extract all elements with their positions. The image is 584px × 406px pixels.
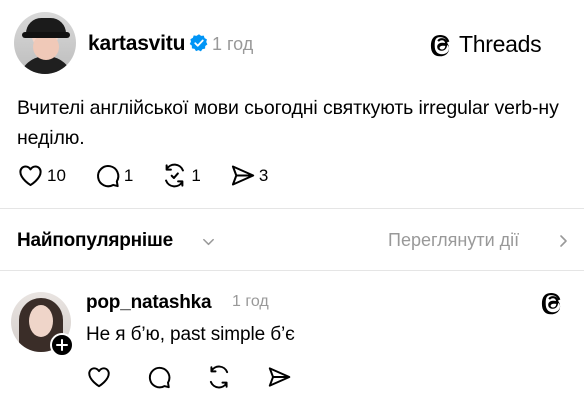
- post-actions: 10 1 1 3: [17, 162, 296, 189]
- send-icon: [268, 367, 291, 387]
- reply-timestamp: 1 год: [232, 293, 269, 310]
- share-count: 3: [258, 165, 269, 185]
- chevron-right-icon[interactable]: [556, 233, 570, 249]
- reply-like-button[interactable]: [86, 364, 112, 390]
- divider: [0, 270, 584, 271]
- repost-icon: [209, 365, 229, 389]
- plus-icon: [56, 339, 68, 351]
- author-avatar[interactable]: [14, 12, 76, 74]
- threads-logo-icon: [430, 34, 450, 56]
- threads-logo-icon[interactable]: [541, 290, 565, 316]
- reply-repost-button[interactable]: [206, 364, 232, 390]
- follow-button[interactable]: [50, 333, 74, 357]
- threads-brand[interactable]: Threads: [430, 31, 542, 58]
- threads-label: Threads: [459, 31, 542, 57]
- view-activity-link[interactable]: Переглянути дії: [388, 230, 519, 251]
- send-icon: [231, 165, 255, 186]
- post-timestamp: 1 год: [212, 34, 254, 54]
- reply-body: Не я б’ю, past simple б’є: [86, 324, 295, 345]
- repost-button[interactable]: 1: [161, 162, 201, 189]
- verified-badge-icon: [189, 34, 208, 52]
- reply-button[interactable]: 1: [94, 162, 133, 189]
- heart-icon: [19, 165, 42, 187]
- speech-bubble-icon: [148, 366, 171, 389]
- author-username[interactable]: kartasvitu: [88, 32, 185, 56]
- heart-icon: [88, 367, 110, 388]
- post-body: Вчителі англійської мови сьогодні святку…: [17, 97, 559, 149]
- reply-count: 1: [123, 165, 134, 185]
- reply-actions: [86, 364, 326, 390]
- chevron-down-icon[interactable]: [201, 234, 216, 249]
- like-count: 10: [47, 165, 66, 185]
- repost-icon: [165, 163, 185, 188]
- sort-dropdown[interactable]: Найпопулярніше: [17, 230, 173, 252]
- reply-share-button[interactable]: [266, 364, 292, 390]
- speech-bubble-icon: [96, 165, 120, 188]
- share-button[interactable]: 3: [229, 162, 268, 189]
- repost-count: 1: [191, 165, 201, 185]
- like-button[interactable]: 10: [17, 162, 66, 189]
- divider: [0, 208, 584, 209]
- reply-reply-button[interactable]: [146, 364, 172, 390]
- reply-username[interactable]: pop_natashka: [86, 292, 212, 314]
